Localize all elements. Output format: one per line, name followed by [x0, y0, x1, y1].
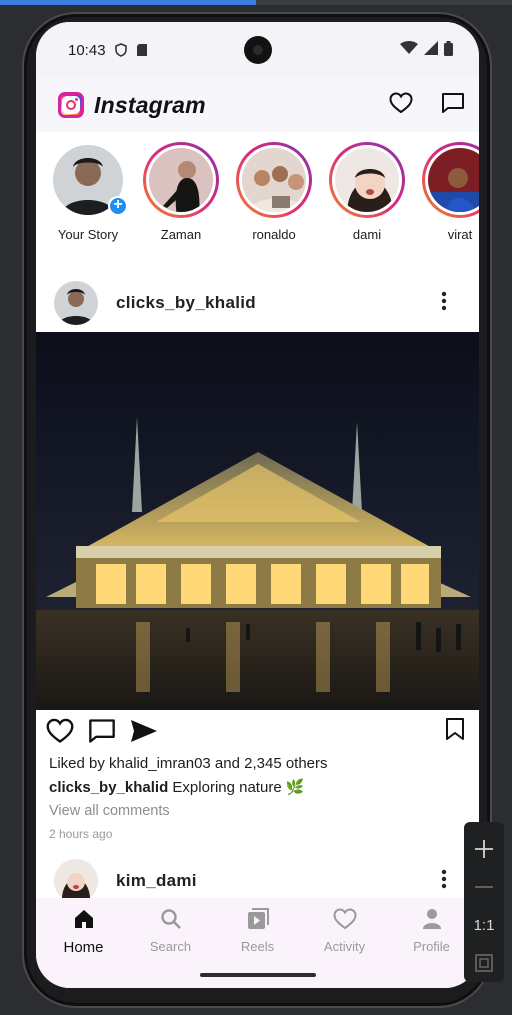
post-meta: Liked by khalid_imran03 and 2,345 others…: [49, 752, 469, 841]
app-header: Instagram: [36, 78, 479, 132]
caption-username[interactable]: clicks_by_khalid: [49, 779, 168, 796]
more-options-icon[interactable]: [441, 869, 447, 894]
story-dami[interactable]: dami: [326, 132, 408, 270]
wifi-icon: [400, 41, 418, 59]
emulator-zoom-toolbar: 1:1: [464, 822, 504, 982]
nav-activity[interactable]: Activity: [305, 898, 385, 988]
message-icon[interactable]: [441, 92, 465, 119]
story-name: dami: [352, 227, 382, 242]
fit-screen-icon[interactable]: [464, 944, 504, 982]
app-title: Instagram: [94, 91, 206, 118]
story-ronaldo[interactable]: ronaldo: [233, 132, 315, 270]
post-header: clicks_by_khalid: [36, 272, 479, 334]
post-actions: [36, 710, 479, 752]
nav-label: Activity: [323, 939, 366, 954]
story-zaman[interactable]: Zaman: [140, 132, 222, 270]
story-your-story[interactable]: + Your Story: [47, 132, 129, 270]
story-virat[interactable]: virat: [419, 132, 479, 270]
comment-icon[interactable]: [88, 718, 116, 744]
front-camera: [244, 36, 272, 64]
nav-label: Search: [149, 939, 192, 954]
instagram-logo-icon: [58, 92, 84, 118]
zoom-in-button[interactable]: [464, 830, 504, 868]
avatar: [242, 148, 306, 212]
view-comments-link[interactable]: View all comments: [49, 800, 469, 823]
battery-icon: [444, 40, 453, 60]
avatar[interactable]: [54, 281, 98, 325]
stories-row: + Your Story Zaman ronaldo dami virat: [36, 132, 479, 270]
post-image[interactable]: [36, 332, 479, 710]
progress-fill: [0, 0, 256, 5]
nav-home[interactable]: Home: [44, 898, 124, 988]
more-options-icon[interactable]: [441, 291, 447, 316]
story-name: Zaman: [160, 227, 202, 242]
status-time: 10:43: [68, 41, 106, 59]
phone-screen: 10:43 Instagram + Your Story Zaman ronal…: [36, 22, 479, 988]
emulator-progress-bar: [0, 0, 512, 5]
nav-label: Reels: [240, 939, 275, 954]
avatar: [428, 148, 479, 212]
heart-icon: [332, 908, 357, 935]
signal-icon: [424, 41, 438, 59]
caption-text: Exploring nature 🌿: [172, 779, 305, 796]
avatar: [149, 148, 213, 212]
home-indicator[interactable]: [200, 973, 316, 977]
bookmark-icon[interactable]: [445, 717, 465, 746]
home-icon: [73, 908, 95, 935]
story-name: virat: [447, 227, 473, 242]
like-heart-icon[interactable]: [46, 718, 74, 744]
actual-size-button[interactable]: 1:1: [464, 906, 504, 944]
post-username[interactable]: clicks_by_khalid: [116, 293, 256, 313]
nav-label: Profile: [413, 939, 450, 954]
vpn-shield-icon: [114, 43, 128, 57]
story-name: ronaldo: [252, 227, 296, 242]
nav-search[interactable]: Search: [131, 898, 211, 988]
nav-profile[interactable]: Profile: [392, 898, 472, 988]
avatar: [335, 148, 399, 212]
post-timestamp: 2 hours ago: [49, 827, 113, 841]
heart-icon[interactable]: [389, 91, 413, 119]
reels-icon: [247, 908, 269, 935]
story-name: Your Story: [57, 227, 119, 242]
caption: clicks_by_khalid Exploring nature 🌿: [49, 776, 469, 800]
story-ring: +: [50, 142, 128, 218]
likes-text[interactable]: Liked by khalid_imran03 and 2,345 others: [49, 752, 469, 776]
share-send-icon[interactable]: [130, 719, 158, 743]
nav-label: Home: [63, 939, 104, 956]
post-username[interactable]: kim_dami: [116, 871, 197, 891]
profile-icon: [421, 908, 443, 935]
avatar[interactable]: [54, 859, 98, 903]
status-icons: [400, 40, 453, 60]
sd-card-icon: [136, 43, 148, 57]
add-story-icon[interactable]: +: [108, 196, 128, 216]
zoom-out-button[interactable]: [464, 868, 504, 906]
search-icon: [160, 908, 182, 935]
